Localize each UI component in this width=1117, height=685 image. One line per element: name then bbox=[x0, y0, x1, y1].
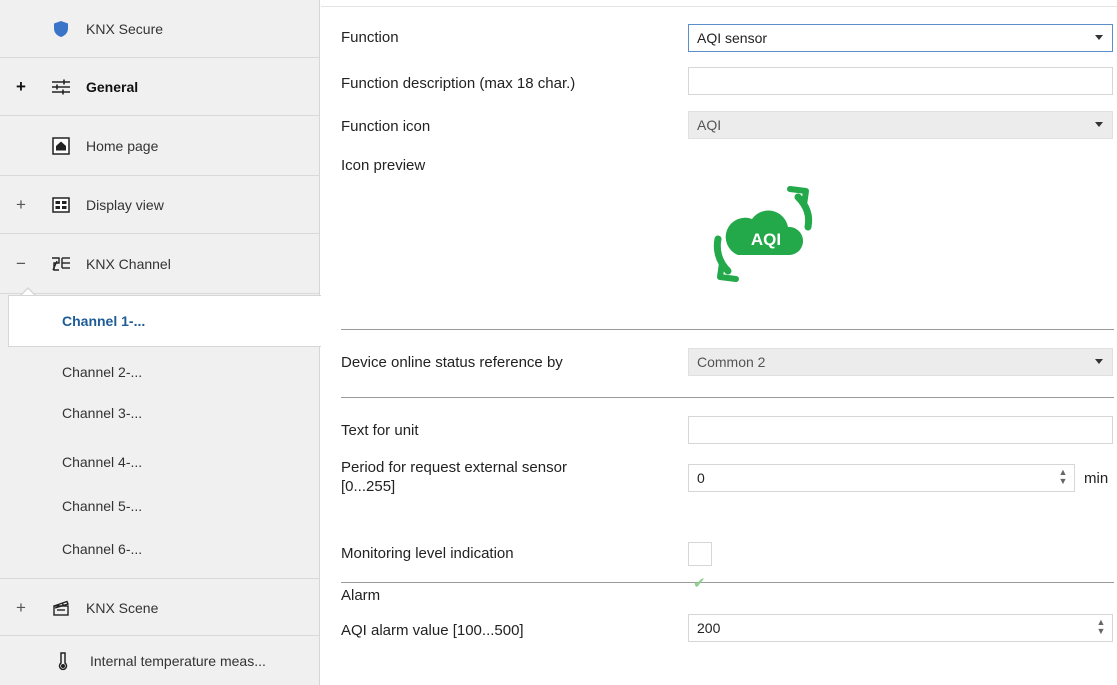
sliders-icon bbox=[50, 77, 72, 97]
expand-icon[interactable]: + bbox=[14, 77, 28, 97]
sidebar-item-channel-3[interactable]: Channel 3-... bbox=[0, 394, 320, 432]
spin-arrows-icon[interactable]: ▲ ▼ bbox=[1096, 618, 1106, 636]
chevron-down-icon bbox=[1095, 359, 1103, 364]
sidebar-item-label: KNX Secure bbox=[86, 20, 164, 37]
collapse-icon[interactable]: − bbox=[14, 254, 28, 274]
sidebar-item-knx-secure[interactable]: KNX Secure bbox=[0, 0, 320, 58]
sidebar-item-general[interactable]: + General bbox=[0, 58, 320, 116]
aqi-alarm-spinbox[interactable]: 200 ▲ ▼ bbox=[688, 614, 1113, 642]
function-icon-select[interactable]: AQI bbox=[688, 111, 1113, 139]
sidebar-item-label: KNX Channel bbox=[86, 255, 171, 272]
function-description-label: Function description (max 18 char.) bbox=[341, 75, 576, 92]
sidebar-item-internal-temperature[interactable]: Internal temperature meas... bbox=[0, 636, 320, 685]
sidebar-item-label: Channel 1-... bbox=[62, 313, 146, 329]
sidebar-item-channel-1[interactable]: Channel 1-... bbox=[8, 295, 321, 347]
sidebar-item-display-view[interactable]: + Display view bbox=[0, 176, 320, 234]
sidebar-item-channel-2[interactable]: Channel 2-... bbox=[0, 353, 320, 391]
divider bbox=[341, 329, 1114, 330]
top-border bbox=[321, 6, 1117, 7]
period-spinbox[interactable]: 0 ▲ ▼ bbox=[688, 464, 1075, 492]
function-select[interactable]: AQI sensor bbox=[688, 24, 1113, 52]
aqi-preview-icon: AQI bbox=[706, 183, 826, 283]
function-description-input[interactable] bbox=[688, 67, 1113, 95]
spin-arrows-icon[interactable]: ▲ ▼ bbox=[1058, 468, 1068, 486]
device-online-select[interactable]: Common 2 bbox=[688, 348, 1113, 376]
chevron-down-icon bbox=[1095, 35, 1103, 40]
function-value: AQI sensor bbox=[697, 30, 768, 46]
clapperboard-icon bbox=[50, 598, 72, 618]
sidebar-item-label: KNX Scene bbox=[86, 599, 159, 616]
monitoring-label: Monitoring level indication bbox=[341, 545, 514, 562]
sidebar-item-label: Display view bbox=[86, 196, 164, 213]
device-online-label: Device online status reference by bbox=[341, 354, 563, 371]
period-value: 0 bbox=[697, 470, 705, 486]
device-online-value: Common 2 bbox=[697, 354, 766, 370]
display-grid-icon bbox=[50, 195, 72, 215]
parameter-panel: Function AQI sensor Function description… bbox=[321, 0, 1117, 685]
sidebar-item-knx-scene[interactable]: + KNX Scene bbox=[0, 580, 320, 636]
sidebar-item-label: Home page bbox=[86, 137, 159, 154]
aqi-icon-text: AQI bbox=[751, 230, 781, 249]
expand-icon[interactable]: + bbox=[14, 195, 28, 215]
thermometer-icon bbox=[52, 651, 74, 671]
text-for-unit-label: Text for unit bbox=[341, 422, 419, 439]
home-icon bbox=[50, 136, 72, 156]
function-icon-label: Function icon bbox=[341, 118, 431, 135]
text-for-unit-input[interactable] bbox=[688, 416, 1113, 444]
sidebar-item-home-page[interactable]: Home page bbox=[0, 116, 320, 176]
sidebar-item-knx-channel[interactable]: − KNX Channel bbox=[0, 234, 320, 294]
period-unit: min bbox=[1084, 470, 1109, 487]
sidebar-item-label: Channel 3-... bbox=[62, 405, 143, 421]
period-label-line1: Period for request external sensor bbox=[341, 459, 567, 476]
divider bbox=[341, 582, 1114, 583]
sidebar-item-label: General bbox=[86, 78, 139, 95]
sidebar-item-label: Channel 4-... bbox=[62, 454, 143, 470]
aqi-alarm-value: 200 bbox=[697, 620, 721, 636]
alarm-checkbox[interactable]: ✔ bbox=[688, 572, 712, 596]
sidebar-item-channel-5[interactable]: Channel 5-... bbox=[0, 487, 320, 525]
expand-icon[interactable]: + bbox=[14, 598, 28, 618]
sidebar-item-channel-6[interactable]: Channel 6-... bbox=[0, 530, 320, 568]
sidebar-item-label: Channel 5-... bbox=[62, 498, 143, 514]
sidebar-item-label: Internal temperature meas... bbox=[90, 652, 266, 669]
alarm-label: Alarm bbox=[341, 587, 381, 604]
channel-icon bbox=[50, 254, 72, 274]
sidebar: KNX Secure + General Home page + Display… bbox=[0, 0, 321, 685]
function-label: Function bbox=[341, 29, 399, 46]
period-label-line2: [0...255] bbox=[341, 478, 396, 495]
sidebar-item-channel-4[interactable]: Channel 4-... bbox=[0, 443, 320, 481]
icon-preview-label: Icon preview bbox=[341, 157, 426, 174]
sidebar-item-label: Channel 6-... bbox=[62, 541, 143, 557]
sidebar-item-label: Channel 2-... bbox=[62, 364, 143, 380]
shield-icon bbox=[50, 19, 72, 39]
checkmark-icon: ✔ bbox=[693, 575, 706, 592]
chevron-down-icon bbox=[1095, 122, 1103, 127]
monitoring-checkbox[interactable] bbox=[688, 542, 712, 566]
sidebar-divider bbox=[0, 578, 320, 579]
aqi-alarm-label: AQI alarm value [100...500] bbox=[341, 622, 524, 639]
function-icon-value: AQI bbox=[697, 117, 722, 133]
divider bbox=[341, 397, 1114, 398]
